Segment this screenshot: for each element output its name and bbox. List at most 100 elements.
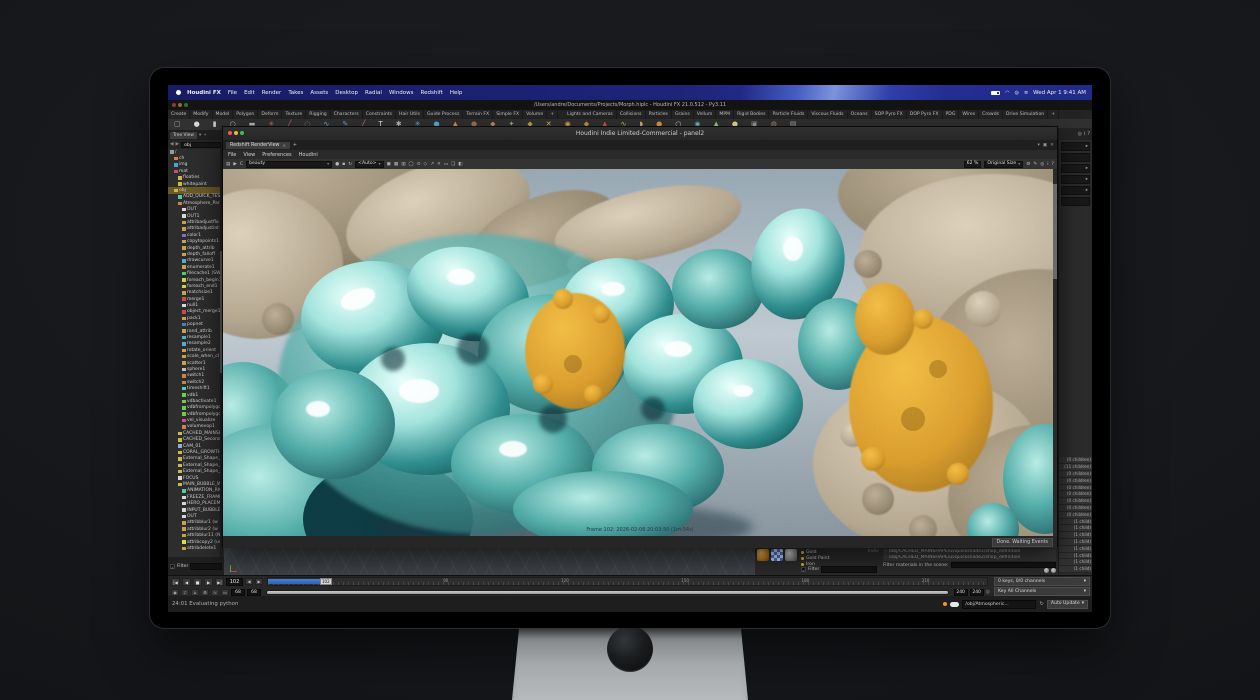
render-control-icon[interactable]: ▶ xyxy=(233,162,237,167)
parameter-field[interactable]: ▸ xyxy=(1061,164,1090,173)
shelf-tab[interactable]: Drive Simulation xyxy=(1003,110,1048,119)
transport-button[interactable]: ▶| xyxy=(215,578,224,586)
shelf-tab[interactable]: Polygon xyxy=(233,110,258,119)
auto-update-dropdown[interactable]: Auto Update ▾ xyxy=(1047,600,1088,609)
parameter-field[interactable] xyxy=(1061,153,1090,162)
range-end-field[interactable]: 240 xyxy=(970,589,984,596)
shelf-tab[interactable]: Wires xyxy=(959,110,979,119)
shelf-tab[interactable]: Model xyxy=(213,110,234,119)
close-window-button[interactable] xyxy=(228,131,232,135)
forward-icon[interactable]: ▶ xyxy=(176,142,180,147)
playbar-option-icon[interactable]: ♪ xyxy=(181,589,189,596)
close-tab-icon[interactable]: ✕ xyxy=(282,143,285,148)
transport-button[interactable]: |◀ xyxy=(171,578,180,586)
help-icon[interactable]: ? xyxy=(1052,162,1054,167)
transport-button[interactable]: ◀ xyxy=(182,578,191,586)
render-control-icon[interactable]: ▤ xyxy=(226,162,230,167)
render-option-icon[interactable]: ● xyxy=(335,162,339,167)
view-option-icon[interactable]: ✕ xyxy=(437,162,441,167)
filter-checkbox[interactable]: ✓ xyxy=(170,564,175,569)
pane-menu-icon[interactable]: ▾ xyxy=(1037,143,1039,148)
transport-button[interactable]: ▶ xyxy=(204,578,213,586)
spotlight-icon[interactable]: ◎ xyxy=(1015,90,1019,96)
children-count-row[interactable]: (1 child) xyxy=(1059,519,1092,526)
control-center-icon[interactable]: ≡ xyxy=(1024,90,1028,96)
frame-step-forward-button[interactable]: ▶ xyxy=(255,578,263,585)
frame-step-back-button[interactable]: ◀ xyxy=(245,578,253,585)
shelf-tab[interactable]: Terrain FX xyxy=(463,110,493,119)
shelf-tool-icon[interactable]: ● xyxy=(194,119,200,130)
shelf-tab[interactable]: Guide Process xyxy=(424,110,463,119)
battery-icon[interactable] xyxy=(991,91,1000,95)
menubar-item[interactable]: Windows xyxy=(389,90,414,96)
shelf-tab[interactable]: Particle Fluids xyxy=(769,110,808,119)
render-option-icon[interactable]: ↻ xyxy=(348,162,352,167)
back-icon[interactable]: ◀ xyxy=(170,142,174,147)
menubar-item[interactable]: Edit xyxy=(244,90,255,96)
playbar-option-icon[interactable]: ∿ xyxy=(211,589,219,596)
pane-close-icon[interactable]: ✕ xyxy=(1050,143,1054,148)
children-count-row[interactable]: (0 children) xyxy=(1059,478,1092,485)
pane-split-icon[interactable]: ▣ xyxy=(1043,143,1047,148)
material-thumb-checker[interactable] xyxy=(771,549,783,561)
shelf-tab[interactable]: Hair Utils xyxy=(396,110,424,119)
menubar-item[interactable]: Desktop xyxy=(335,90,358,96)
view-option-icon[interactable]: ⊙ xyxy=(417,162,421,167)
menubar-item[interactable]: Assets xyxy=(310,90,328,96)
expander-icon[interactable]: › xyxy=(885,555,887,561)
children-count-row[interactable]: (0 children) xyxy=(1059,491,1092,498)
shelf-tab[interactable]: PDG xyxy=(943,110,960,119)
keys-summary-dropdown[interactable]: 0 keys, 0/0 channels ▾ xyxy=(994,577,1090,586)
wifi-icon[interactable]: ◠ xyxy=(1005,90,1009,96)
shelf-tab[interactable]: + xyxy=(1048,110,1059,119)
range-start-field[interactable]: 68 xyxy=(231,589,245,596)
bucket-order-dropdown[interactable]: <Auto> ▾ xyxy=(355,161,383,168)
pane-menu-icon[interactable]: ▾ xyxy=(199,133,201,138)
shelf-tab[interactable]: Crowds xyxy=(979,110,1003,119)
menubar-item[interactable]: Takes xyxy=(288,90,303,96)
transport-button[interactable]: ■ xyxy=(193,578,202,586)
scene-filter-input[interactable] xyxy=(951,562,1056,568)
shelf-tool-icon[interactable]: ▢ xyxy=(174,119,181,130)
material-thumb-iron[interactable] xyxy=(785,549,797,561)
minimize-window-button[interactable] xyxy=(234,131,238,135)
children-count-row[interactable]: (1 child) xyxy=(1059,553,1092,560)
renderview-titlebar[interactable]: Houdini Indie Limited-Commercial - panel… xyxy=(223,127,1057,140)
material-sphere-icon[interactable] xyxy=(1044,568,1049,573)
playbar-option-icon[interactable]: ▭ xyxy=(221,589,229,596)
key-all-channels-dropdown[interactable]: Key All Channels ▾ xyxy=(994,587,1090,596)
shelf-tab[interactable]: Collisions xyxy=(617,110,646,119)
range-slider[interactable] xyxy=(266,590,949,595)
shelf-tab[interactable]: Constraints xyxy=(363,110,396,119)
children-count-row[interactable]: (0 children) xyxy=(1059,471,1092,478)
tree-node-row[interactable]: attribdelete1 xyxy=(168,545,224,551)
shelf-tab[interactable]: Particles xyxy=(646,110,672,119)
children-count-row[interactable]: (1 child) xyxy=(1059,525,1092,532)
children-count-row[interactable]: (11 children) xyxy=(1059,464,1092,471)
view-option-icon[interactable]: ↗ xyxy=(430,162,434,167)
view-option-icon[interactable]: ❏ xyxy=(451,162,455,167)
renderview-menu-item[interactable]: Houdini xyxy=(299,152,318,158)
add-tab-icon[interactable]: + xyxy=(293,143,297,148)
view-option-icon[interactable]: ◇ xyxy=(424,162,428,167)
material-filter-checkbox[interactable]: ✓ xyxy=(801,567,806,572)
playbar-option-icon[interactable]: ⚙ xyxy=(201,589,209,596)
renderview-menu-item[interactable]: File xyxy=(228,152,236,158)
children-count-row[interactable]: (1 child) xyxy=(1059,559,1092,566)
info-icon[interactable]: i xyxy=(1047,162,1048,167)
refresh-icon[interactable]: ↻ xyxy=(1039,601,1044,607)
current-node-path-field[interactable]: /obj/Atmospheric... xyxy=(962,600,1036,609)
network-editor[interactable] xyxy=(224,547,755,575)
children-count-row[interactable]: (1 child) xyxy=(1059,532,1092,539)
playhead[interactable]: 102 xyxy=(320,578,332,585)
material-sphere-icon[interactable] xyxy=(1051,568,1056,573)
shelf-tab[interactable]: Oceans xyxy=(848,110,872,119)
material-filter-input[interactable] xyxy=(821,566,877,573)
renderview-menu-item[interactable]: View xyxy=(243,152,255,158)
shelf-tab[interactable]: Vellum xyxy=(694,110,717,119)
shelf-tab[interactable]: Volume xyxy=(523,110,547,119)
parameter-field[interactable]: ▸ xyxy=(1061,186,1090,195)
tree-path-field[interactable]: obj xyxy=(181,142,221,148)
children-count-row[interactable]: (0 children) xyxy=(1059,457,1092,464)
range-zoom-icon[interactable]: ◎ xyxy=(986,589,990,595)
